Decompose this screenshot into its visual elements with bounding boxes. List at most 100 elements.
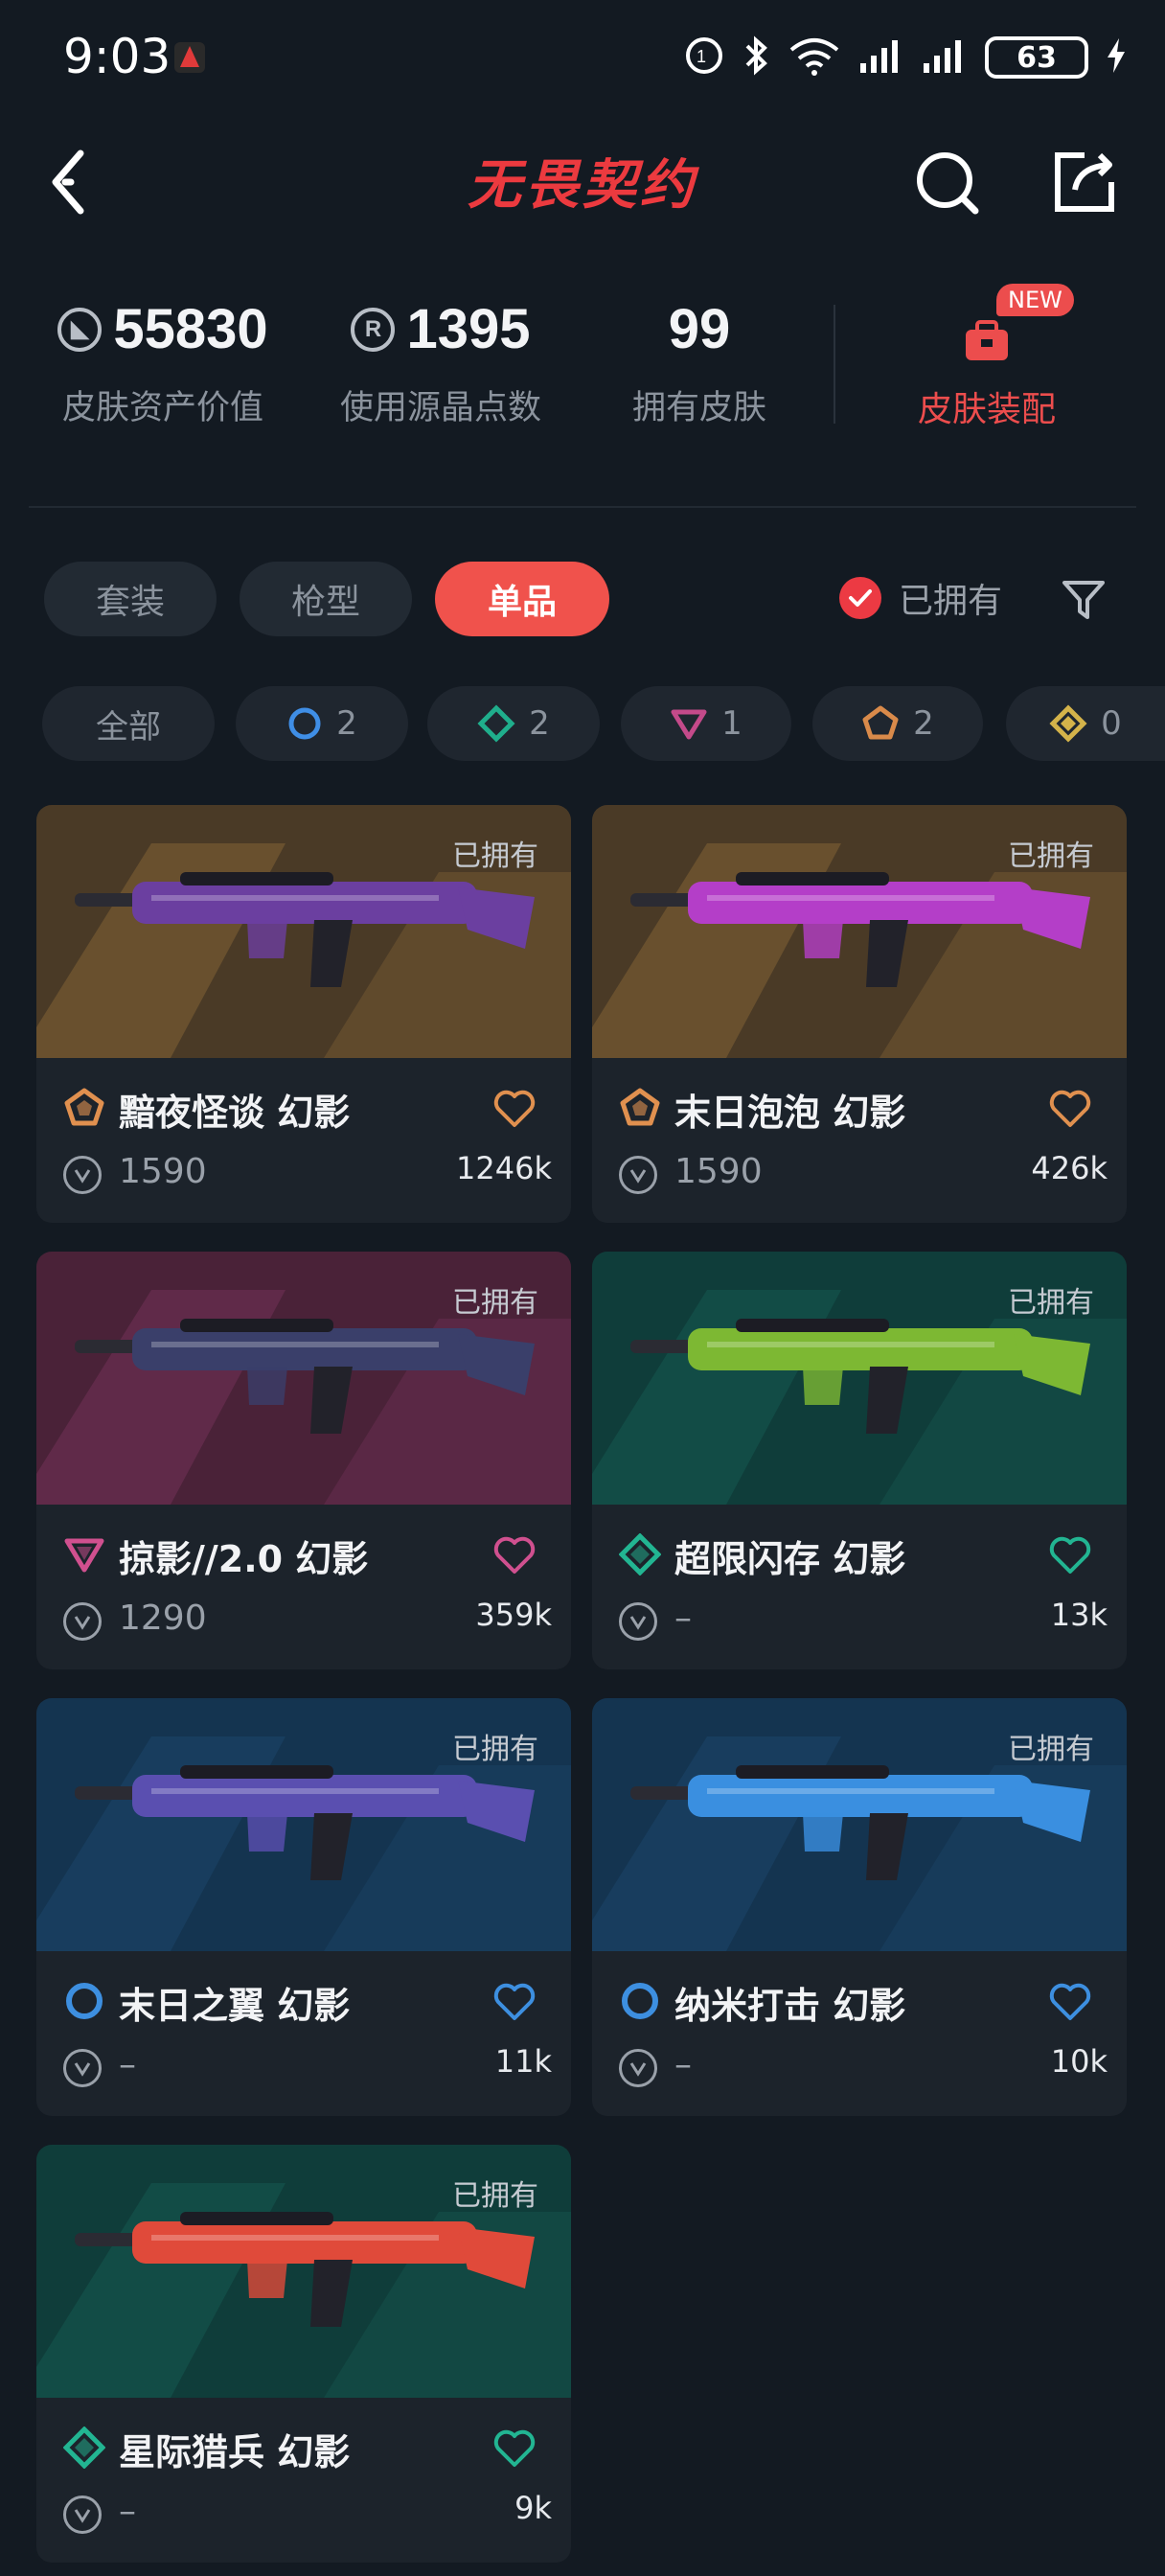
skin-card[interactable]: 已拥有 末日之翼 幻影 – 11k bbox=[36, 1698, 571, 2116]
skin-card[interactable]: 已拥有掠影//2.0 幻影 1290 359k bbox=[36, 1252, 571, 1669]
tab-single-items[interactable]: 单品 bbox=[435, 562, 609, 636]
share-button[interactable] bbox=[1046, 144, 1123, 220]
charging-icon bbox=[1106, 36, 1127, 79]
filter-icon bbox=[1062, 581, 1105, 619]
signal-icon-2 bbox=[922, 36, 968, 79]
skin-image: 已拥有 bbox=[592, 1698, 1127, 1951]
like-count: 359k bbox=[475, 1597, 552, 1633]
tab-weapon-type[interactable]: 枪型 bbox=[240, 562, 412, 636]
stat-radianite: R 1395 使用源晶点数 bbox=[316, 297, 565, 429]
stat-value: 55830 bbox=[113, 298, 268, 360]
owned-label: 已拥有 bbox=[452, 840, 538, 873]
skin-card[interactable]: 已拥有超限闪存 幻影 – 13k bbox=[592, 1252, 1127, 1669]
chip-ultra-tier[interactable]: 0 bbox=[1006, 686, 1165, 761]
stat-value: 99 bbox=[668, 298, 731, 360]
skin-image: 已拥有 bbox=[36, 1698, 571, 1951]
vp-coin-icon bbox=[63, 1156, 102, 1194]
vp-coin-icon: ◣ bbox=[57, 307, 103, 352]
chip-deluxe-tier[interactable]: 2 bbox=[427, 686, 600, 761]
owned-label: 已拥有 bbox=[1008, 1286, 1094, 1320]
skin-image: 已拥有 bbox=[36, 2145, 571, 2398]
chip-select-tier[interactable]: 2 bbox=[236, 686, 408, 761]
deluxe-tier-icon bbox=[477, 704, 515, 743]
circle-tier-icon bbox=[63, 1980, 105, 2022]
search-icon bbox=[917, 152, 979, 215]
chip-count: 2 bbox=[913, 704, 934, 743]
share-icon bbox=[1055, 152, 1114, 212]
stat-label: 皮肤资产价值 bbox=[61, 389, 263, 427]
new-badge: NEW bbox=[996, 284, 1074, 316]
skin-name: 掠影//2.0 幻影 bbox=[119, 1538, 369, 1580]
favorite-heart-icon[interactable] bbox=[492, 1982, 537, 2022]
divider bbox=[29, 506, 1136, 508]
skin-name: 末日之翼 幻影 bbox=[119, 1985, 351, 2027]
circle-tier-icon bbox=[619, 1980, 661, 2022]
owned-filter-toggle[interactable]: 已拥有 bbox=[839, 573, 1002, 623]
skin-price: – bbox=[674, 1598, 692, 1638]
vp-coin-icon bbox=[63, 2496, 102, 2534]
tab-bundles[interactable]: 套装 bbox=[44, 562, 217, 636]
skin-card[interactable]: 已拥有 黯夜怪谈 幻影 1590 1246k bbox=[36, 805, 571, 1223]
stat-value: 1395 bbox=[406, 298, 531, 360]
chip-premium-tier[interactable]: 1 bbox=[621, 686, 791, 761]
skin-name: 末日泡泡 幻影 bbox=[674, 1092, 906, 1134]
vp-coin-icon bbox=[619, 2049, 657, 2087]
chip-label: 全部 bbox=[96, 707, 161, 747]
vp-coin-icon bbox=[619, 1156, 657, 1194]
favorite-heart-icon[interactable] bbox=[492, 1089, 537, 1129]
like-count: 13k bbox=[1050, 1597, 1108, 1633]
loadout-label: 皮肤装配 bbox=[917, 390, 1056, 429]
chip-count: 2 bbox=[529, 704, 550, 743]
search-button[interactable] bbox=[910, 144, 987, 220]
skin-image: 已拥有 bbox=[36, 1252, 571, 1505]
favorite-heart-icon[interactable] bbox=[1048, 1535, 1092, 1576]
exclusive-tier-icon bbox=[862, 705, 899, 740]
favorite-heart-icon[interactable] bbox=[1048, 1982, 1092, 2022]
skin-name: 纳米打击 幻影 bbox=[674, 1985, 906, 2027]
checkmark-icon bbox=[839, 577, 881, 619]
skin-card[interactable]: 已拥有 星际猎兵 幻影 – 9k bbox=[36, 2145, 571, 2563]
stat-label: 使用源晶点数 bbox=[339, 389, 541, 427]
skin-card[interactable]: 已拥有纳米打击 幻影 – 10k bbox=[592, 1698, 1127, 2116]
back-button[interactable] bbox=[42, 140, 109, 226]
pentagon-tier-icon bbox=[619, 1087, 661, 1129]
vp-coin-icon bbox=[63, 2049, 102, 2087]
like-count: 10k bbox=[1050, 2043, 1108, 2080]
premium-tier-icon bbox=[671, 709, 707, 740]
skin-name: 超限闪存 幻影 bbox=[674, 1538, 906, 1580]
chip-count: 1 bbox=[721, 704, 742, 743]
skin-image: 已拥有 bbox=[592, 805, 1127, 1058]
skin-price: – bbox=[674, 2045, 692, 2084]
owned-filter-label: 已拥有 bbox=[899, 582, 1003, 621]
radianite-coin-icon: R bbox=[351, 307, 396, 352]
favorite-heart-icon[interactable] bbox=[492, 2428, 537, 2469]
vp-coin-icon bbox=[619, 1602, 657, 1641]
stat-owned-skins: 99 拥有皮肤 bbox=[584, 297, 814, 429]
like-count: 1246k bbox=[456, 1150, 552, 1186]
like-count: 9k bbox=[514, 2490, 552, 2526]
battery-indicator: 63 bbox=[985, 36, 1088, 79]
skin-price: 1590 bbox=[674, 1152, 763, 1191]
like-count: 11k bbox=[494, 2043, 552, 2080]
favorite-heart-icon[interactable] bbox=[1048, 1089, 1092, 1129]
filter-button[interactable] bbox=[1060, 575, 1108, 623]
chip-all[interactable]: 全部 bbox=[42, 686, 215, 761]
owned-label: 已拥有 bbox=[1008, 1733, 1094, 1766]
svg-text:1: 1 bbox=[697, 47, 706, 66]
status-icons: 1 63 bbox=[684, 34, 1127, 80]
chevron-left-icon bbox=[52, 150, 84, 215]
chip-exclusive-tier[interactable]: 2 bbox=[812, 686, 983, 761]
stat-label: 拥有皮肤 bbox=[631, 389, 766, 427]
favorite-heart-icon[interactable] bbox=[492, 1535, 537, 1576]
diamond-tier-icon bbox=[618, 1532, 662, 1576]
hd-voice-icon: 1 bbox=[684, 35, 724, 80]
select-tier-icon bbox=[288, 707, 321, 740]
loadout-icon bbox=[966, 320, 1008, 360]
skin-price: 1590 bbox=[119, 1152, 207, 1191]
skin-price: 1290 bbox=[119, 1598, 207, 1638]
like-count: 426k bbox=[1031, 1150, 1108, 1186]
skin-image: 已拥有 bbox=[36, 805, 571, 1058]
chip-count: 0 bbox=[1101, 704, 1122, 743]
skin-card[interactable]: 已拥有末日泡泡 幻影 1590 426k bbox=[592, 805, 1127, 1223]
owned-label: 已拥有 bbox=[452, 1286, 538, 1320]
